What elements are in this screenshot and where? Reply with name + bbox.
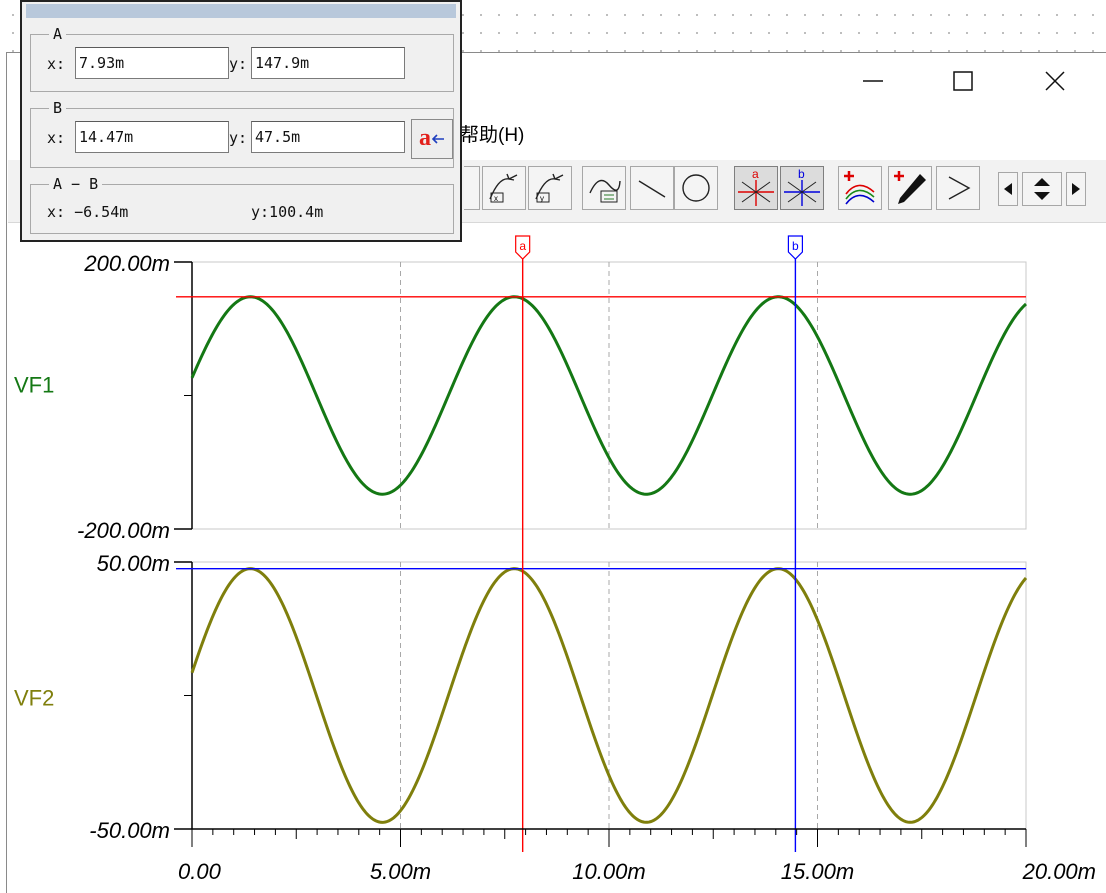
cursor-a-x-label: x:: [47, 55, 65, 73]
cursor-b-group: B x: 14.47m y: 47.5m a: [30, 108, 454, 168]
x-tick-label: 5.00m: [370, 859, 431, 884]
cursor-b-title: B: [49, 99, 66, 117]
x-tick-label: 15.00m: [781, 859, 854, 884]
set-cursor-label: a: [419, 125, 431, 152]
readout-titlebar[interactable]: [26, 4, 456, 18]
set-cursor-button[interactable]: a: [411, 119, 453, 159]
y-tick-label: -50.00m: [89, 818, 170, 843]
cursor-b-x-label: x:: [47, 129, 65, 147]
cursor-a-group: A x: 7.93m y: 147.9m: [30, 34, 454, 92]
cursor-b-label: b: [792, 239, 799, 253]
cursor-readout-dialog: A x: 7.93m y: 147.9m B x: 14.47m y: 47.5…: [20, 0, 462, 242]
x-tick-label: 0.00: [178, 859, 222, 884]
series-label-VF2: VF2: [14, 686, 54, 711]
cursor-diff-x: x: −6.54m: [47, 203, 128, 221]
cursor-a-y-field[interactable]: 147.9m: [251, 47, 405, 79]
x-tick-label: 10.00m: [572, 859, 645, 884]
cursor-b-y-label: y:: [229, 129, 247, 147]
cursor-diff-title: A − B: [49, 175, 102, 193]
cursor-b-x-field[interactable]: 14.47m: [75, 121, 229, 153]
x-tick-label: 20.00m: [1022, 859, 1096, 884]
cursor-a-x-field[interactable]: 7.93m: [75, 47, 229, 79]
cursor-diff-group: A − B x: −6.54m y:100.4m: [30, 184, 454, 234]
y-tick-label: 200.00m: [83, 251, 170, 276]
cursor-b-y-field[interactable]: 47.5m: [251, 121, 405, 153]
y-tick-label: -200.00m: [77, 518, 170, 543]
cursor-a-label: a: [519, 239, 526, 253]
arrow-left-icon: [431, 134, 445, 144]
cursor-a-title: A: [49, 25, 66, 43]
series-label-VF1: VF1: [14, 373, 54, 398]
cursor-a-y-label: y:: [229, 55, 247, 73]
cursor-diff-y: y:100.4m: [251, 203, 323, 221]
y-tick-label: 50.00m: [97, 551, 170, 576]
series-line-VF2: [192, 569, 1026, 823]
